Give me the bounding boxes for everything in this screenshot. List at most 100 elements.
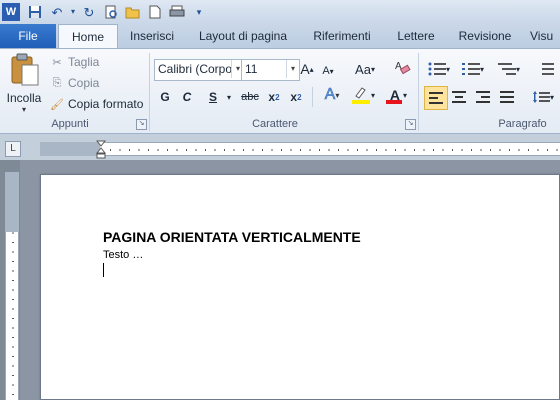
tab-layout-di-pagina[interactable]: Layout di pagina <box>190 24 296 48</box>
font-launcher-icon[interactable]: ↘ <box>405 119 416 130</box>
change-case-button[interactable]: Aa ▾ <box>350 59 380 79</box>
tab-selector-icon[interactable]: L <box>5 141 21 157</box>
horizontal-ruler[interactable] <box>40 142 560 156</box>
paste-button[interactable]: Incolla ▾ <box>4 53 44 114</box>
chevron-down-icon: ▾ <box>515 64 520 74</box>
redo-icon[interactable]: ↻ <box>80 3 98 21</box>
chevron-down-icon: ▾ <box>370 64 375 74</box>
format-painter-button[interactable]: 🖌 Copia formato <box>50 95 143 113</box>
vertical-ruler-top-margin <box>5 172 19 232</box>
scissors-icon: ✂ <box>52 56 62 69</box>
superscript-label: x <box>290 90 298 104</box>
tab-inserisci[interactable]: Inserisci <box>120 24 184 48</box>
paste-icon <box>11 53 39 86</box>
font-name-combo[interactable]: Calibri (Corpo ▾ <box>154 59 245 81</box>
change-case-label: Aa <box>355 61 371 77</box>
tab-riferimenti[interactable]: Riferimenti <box>304 24 380 48</box>
bold-button[interactable]: G <box>156 87 174 107</box>
document-heading[interactable]: PAGINA ORIENTATA VERTICALMENTE <box>103 229 361 245</box>
tab-visualizza[interactable]: Visu <box>530 24 560 48</box>
decrease-indent-button[interactable] <box>536 59 556 79</box>
quick-print-icon[interactable] <box>168 3 186 21</box>
bullet-list-icon <box>428 62 446 76</box>
text-effects-button[interactable]: A ▾ <box>318 85 346 105</box>
shrink-font-button[interactable]: A ▾ <box>320 61 336 81</box>
customize-qat-icon[interactable]: ▾ <box>190 3 208 21</box>
justify-button[interactable] <box>497 87 517 107</box>
shrink-font-label: A <box>322 65 330 77</box>
clipboard-launcher-icon[interactable]: ↘ <box>136 119 147 130</box>
grow-font-button[interactable]: A ▴ <box>298 59 316 79</box>
paste-label: Incolla <box>6 91 42 105</box>
caret-down-icon: ▾ <box>329 66 334 76</box>
align-left-button[interactable] <box>424 86 448 110</box>
paste-dropdown-icon[interactable]: ▾ <box>4 105 44 114</box>
ruler-left-margin <box>40 142 100 156</box>
chevron-down-icon: ▾ <box>479 64 484 74</box>
print-preview-icon[interactable] <box>102 3 120 21</box>
separator <box>312 87 313 107</box>
copy-icon: ⎘ <box>52 76 62 89</box>
underline-dropdown-icon[interactable]: ▾ <box>224 87 234 107</box>
subscript-button[interactable]: x2 <box>264 87 284 107</box>
align-center-button[interactable] <box>449 87 469 107</box>
chevron-down-icon: ▾ <box>549 92 554 102</box>
multilevel-list-button[interactable]: ▾ <box>494 59 524 79</box>
align-right-button[interactable] <box>473 87 493 107</box>
paragraph-group-label: Paragrafo <box>498 118 547 130</box>
ribbon-home: Incolla ▾ ✂ Taglia ⎘ Copia 🖌 Copia forma… <box>0 48 560 134</box>
justify-icon <box>500 91 514 103</box>
word-logo-icon[interactable]: W <box>2 3 20 21</box>
italic-button[interactable]: C <box>178 87 196 107</box>
align-left-icon <box>429 92 443 104</box>
font-color-button[interactable]: A ▾ <box>382 85 412 105</box>
align-center-icon <box>452 91 466 103</box>
font-size-combo[interactable]: 11 ▾ <box>241 59 300 81</box>
save-icon[interactable] <box>26 3 44 21</box>
group-separator <box>418 53 419 131</box>
align-right-icon <box>476 91 490 103</box>
subscript-mark: 2 <box>275 92 280 102</box>
superscript-mark: 2 <box>297 92 302 102</box>
strikethrough-button[interactable]: abc <box>238 87 262 107</box>
caret-up-icon: ▴ <box>309 64 314 74</box>
font-color-swatch <box>386 100 402 104</box>
tab-lettere[interactable]: Lettere <box>388 24 444 48</box>
font-group-label: Carattere <box>252 118 298 130</box>
tab-file[interactable]: File <box>0 24 56 48</box>
clear-formatting-icon: A <box>395 61 411 75</box>
line-spacing-icon <box>532 91 550 103</box>
bullets-button[interactable]: ▾ <box>424 59 454 79</box>
cut-button[interactable]: ✂ Taglia <box>50 53 99 71</box>
subscript-label: x <box>268 90 276 104</box>
tab-revisione[interactable]: Revisione <box>452 24 518 48</box>
line-spacing-button[interactable]: ▾ <box>528 87 558 107</box>
indent-icon <box>542 63 554 75</box>
chevron-down-icon: ▾ <box>445 64 450 74</box>
superscript-button[interactable]: x2 <box>286 87 306 107</box>
quick-access-toolbar: W ↶ ▾ ↻ ▾ <box>0 0 560 24</box>
document-page[interactable] <box>40 174 560 400</box>
indent-marker-icon[interactable] <box>95 140 107 160</box>
font-name-value: Calibri (Corpo <box>158 62 233 76</box>
underline-button[interactable]: S <box>204 87 222 107</box>
open-icon[interactable] <box>124 3 142 21</box>
clipboard-group-label: Appunti <box>51 118 89 130</box>
new-document-icon[interactable] <box>146 3 164 21</box>
highlight-button[interactable]: ▾ <box>348 85 378 105</box>
text-effects-label: A <box>324 86 336 104</box>
numbering-button[interactable]: ▾ <box>458 59 488 79</box>
tab-home[interactable]: Home <box>58 24 118 50</box>
format-painter-icon: 🖌 <box>50 98 64 111</box>
copy-label: Copia <box>68 76 100 90</box>
font-size-value: 11 <box>245 62 258 76</box>
clear-formatting-button[interactable]: A <box>392 57 412 77</box>
format-painter-label: Copia formato <box>68 97 144 111</box>
copy-button[interactable]: ⎘ Copia <box>50 74 100 92</box>
document-body-text[interactable]: Testo … <box>103 249 143 261</box>
cut-label: Taglia <box>68 55 100 69</box>
ribbon-tabs: File Home Inserisci Layout di pagina Rif… <box>0 24 560 50</box>
multilevel-list-icon <box>497 63 516 75</box>
text-cursor <box>103 263 104 277</box>
chevron-down-icon: ▾ <box>402 90 407 100</box>
